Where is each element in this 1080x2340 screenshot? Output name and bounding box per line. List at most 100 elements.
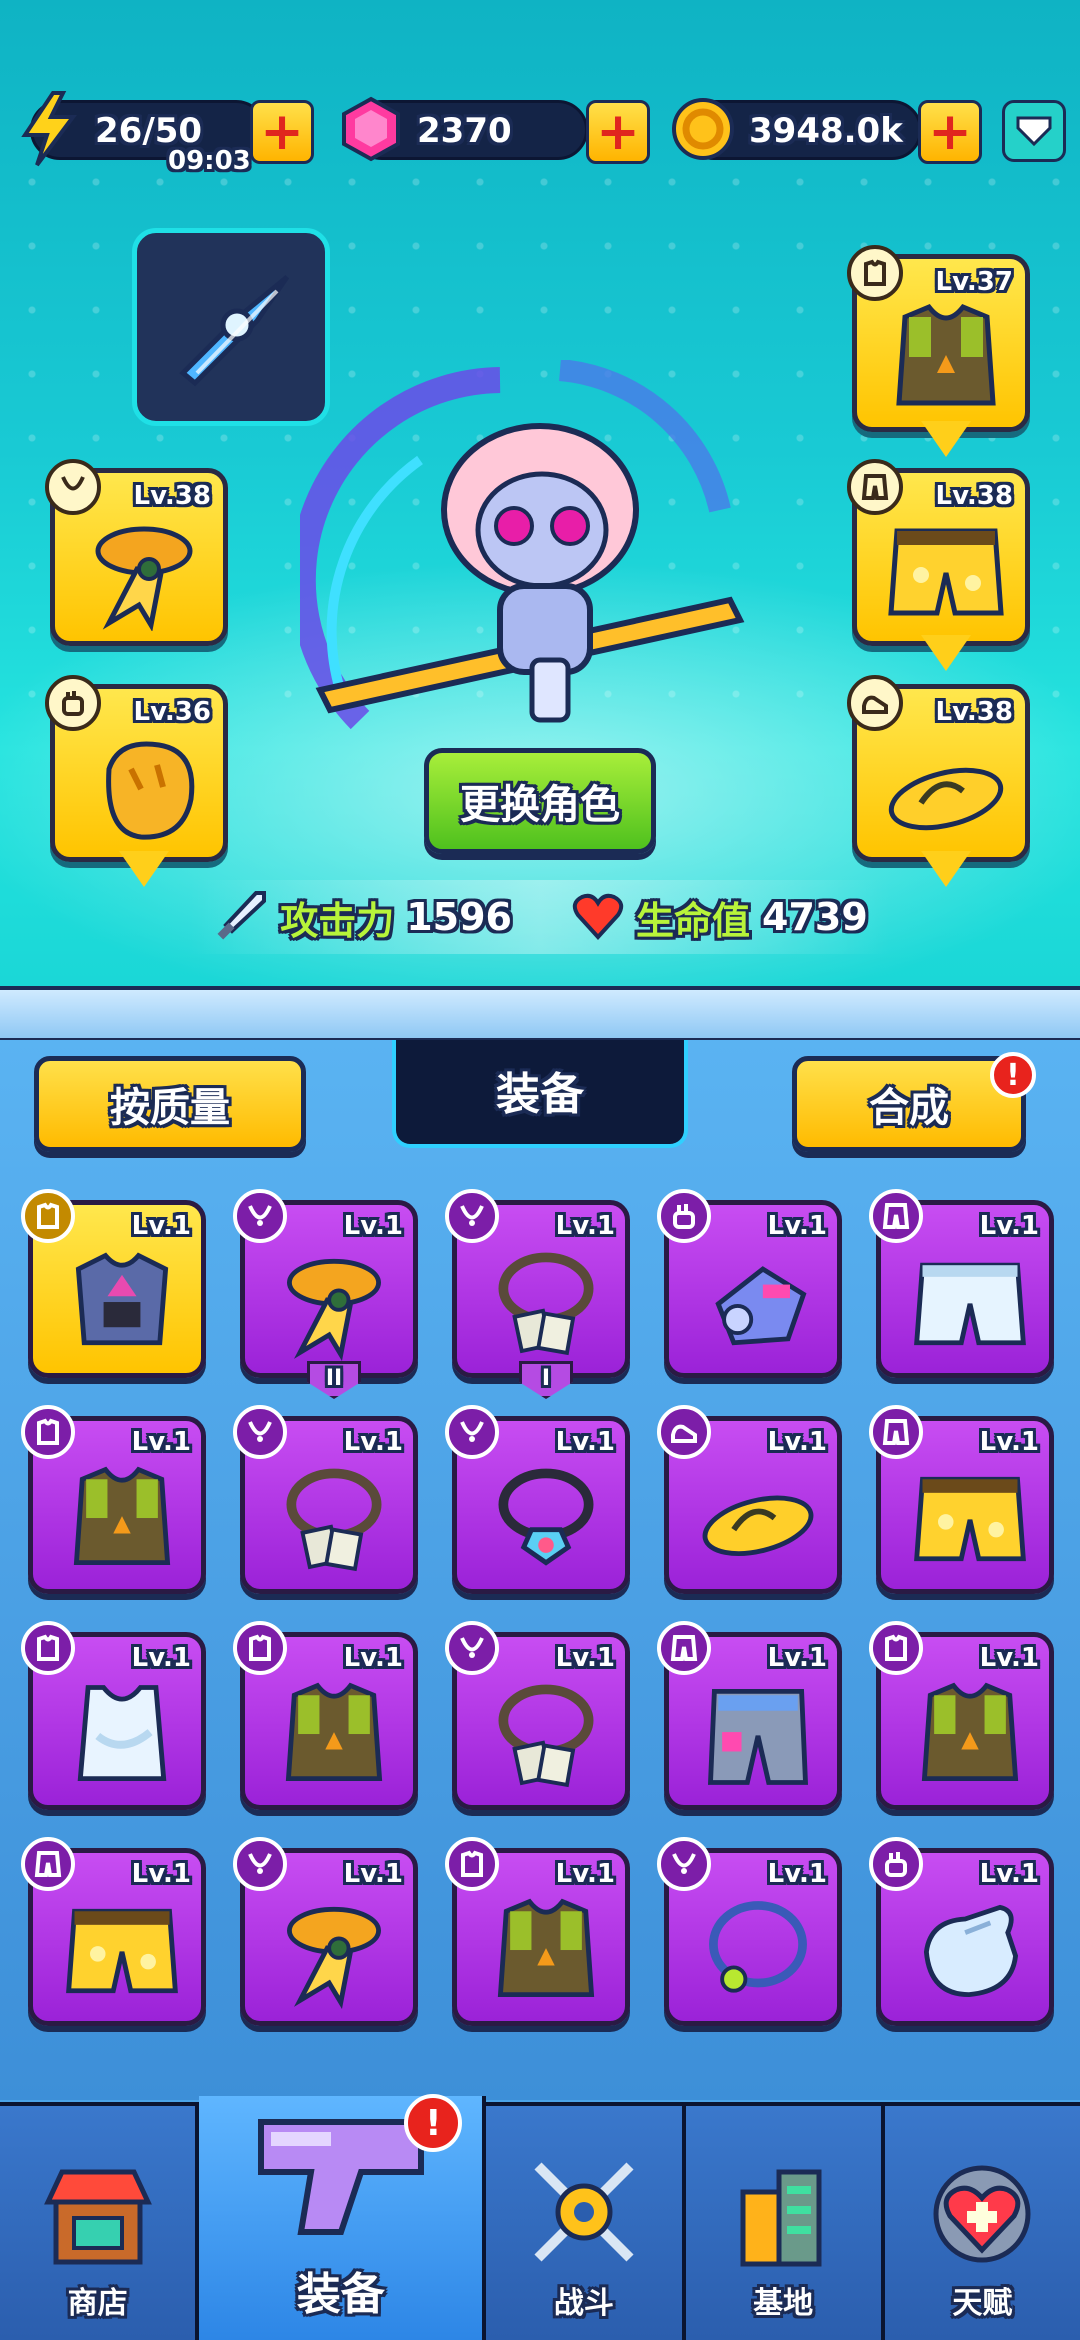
slot-level: Lv.37 [935,267,1013,297]
inventory-item[interactable]: Lv.1 [869,1621,1054,1810]
spear-blade-icon [179,275,290,387]
inventory-item[interactable]: Lv.1 [445,1837,630,2026]
inventory-item[interactable]: Lv.1 [21,1621,206,1810]
armor-type-icon [21,1621,75,1675]
inventory-panel: 按质量 装备 合成 ! Lv.1 Lv.1 II Lv.1 I Lv.1 Lv.1 Lv.1 L… [0,1040,1080,2100]
item-level: Lv.1 [555,1427,615,1457]
battle-icon [534,2162,634,2262]
nav-battle-label: 战斗 [553,2286,614,2321]
necklace-type-icon [45,459,101,515]
inventory-item[interactable]: Lv.1 [21,1189,206,1378]
item-level: Lv.1 [979,1859,1039,1889]
inventory-item[interactable]: Lv.1 [445,1405,630,1594]
inventory-item[interactable]: Lv.1 [21,1405,206,1594]
nav-battle[interactable]: 战斗 [486,2106,686,2340]
inventory-item[interactable]: Lv.1 [657,1621,842,1810]
base-icon [740,2169,822,2267]
camo-vest-icon [285,1682,383,1782]
camo-vest-icon [921,1682,1019,1782]
pants-type-icon [657,1621,711,1675]
attack-stat: 攻击力 1596 [212,889,512,945]
equipped-necklace-slot[interactable]: Lv.38 [45,459,228,646]
sandal-icon [888,767,1004,831]
sort-by-quality-button[interactable]: 按质量 [34,1056,306,1152]
inventory-item[interactable]: Lv.1 [657,1837,842,2026]
slot-level: Lv.38 [133,481,211,511]
steel-armor-icon [75,1252,169,1346]
inventory-item[interactable]: Lv.1 [657,1405,842,1594]
gems-add-button[interactable]: + [586,100,650,164]
inventory-item[interactable]: Lv.1 [869,1837,1054,2026]
armor-type-icon [21,1189,75,1243]
tank-top-icon [77,1685,167,1782]
white-shorts-icon [914,1262,1026,1346]
mech-glove-icon [715,1266,807,1346]
item-level: Lv.1 [343,1859,403,1889]
slot-level: Lv.36 [133,697,211,727]
nav-equipment-label: 装备 [296,2269,385,2320]
diamond-icon [1016,116,1052,147]
dog-tag-icon [498,1684,594,1788]
inventory-item[interactable]: Lv.1 [445,1621,630,1810]
item-level: Lv.1 [767,1859,827,1889]
character-scene: 26/50 09:03 + 2370 + 3948.0k + Lv.38 Lv.… [0,0,1080,1000]
gems-value: 2370 [417,111,512,151]
inventory-item[interactable]: Lv.1 [21,1837,206,2026]
item-level: Lv.1 [343,1211,403,1241]
inventory-item[interactable]: Lv.1 I [445,1189,630,1399]
inventory-item[interactable]: Lv.1 [869,1189,1054,1378]
coins-counter: 3948.0k [672,98,922,160]
equipped-pants-slot[interactable]: Lv.38 [847,459,1030,671]
inventory-item[interactable]: Lv.1 II [233,1189,418,1399]
yellow-shorts-icon [66,1908,178,1994]
coins-add-button[interactable]: + [918,100,982,164]
item-level: Lv.1 [131,1643,191,1673]
camo-vest-icon [73,1466,171,1566]
heart-icon [572,893,624,940]
glove-icon [106,741,195,840]
mech-pants-icon [707,1688,809,1785]
item-level: Lv.1 [767,1211,827,1241]
yellow-shorts-icon [914,1476,1026,1562]
gloves-type-icon [45,675,101,731]
nav-base[interactable]: 基地 [685,2106,885,2340]
item-level: Lv.1 [767,1643,827,1673]
slot-level: Lv.38 [935,481,1013,511]
item-level: Lv.1 [131,1427,191,1457]
equipped-gloves-slot[interactable]: Lv.36 [45,675,228,887]
inventory-item[interactable]: Lv.1 [233,1837,418,2026]
inventory-item[interactable]: Lv.1 [233,1405,418,1594]
nav-talent[interactable]: 天赋 [884,2106,1080,2340]
inventory-item[interactable]: Lv.1 [869,1405,1054,1594]
change-character-button[interactable]: 更换角色 [424,748,656,854]
equipped-shoes-slot[interactable]: Lv.38 [847,675,1030,887]
item-level: Lv.1 [979,1211,1039,1241]
item-level: Lv.1 [979,1643,1039,1673]
dog-tag-icon [286,1468,382,1572]
equipment-alert-badge: ! [404,2094,463,2152]
pants-type-icon [869,1405,923,1459]
lightning-icon [11,91,87,167]
item-level: Lv.1 [767,1427,827,1457]
upgrade-arrow-icon [921,421,971,457]
nav-shop[interactable]: 商店 [0,2106,200,2340]
inventory-item[interactable]: Lv.1 [233,1621,418,1810]
talent-icon [933,2165,1031,2263]
inventory-item[interactable]: Lv.1 [657,1189,842,1378]
tab-equipment-label: 装备 [496,1069,584,1120]
equipped-armor-slot[interactable]: Lv.37 [847,245,1030,457]
item-level: Lv.1 [343,1643,403,1673]
camo-vest-icon [896,303,996,406]
energy-add-button[interactable]: + [250,100,314,164]
sandal-icon [702,1495,814,1556]
nav-equipment[interactable]: 装备 ! [199,2094,487,2340]
item-tier-tag: I [519,1361,573,1399]
item-level: Lv.1 [131,1859,191,1889]
armor-type-icon [847,245,903,301]
necklace-type-icon [445,1405,499,1459]
item-level: Lv.1 [131,1211,191,1241]
gem-icon [333,91,409,167]
shield-gem-button[interactable] [1002,100,1066,162]
ring-necklace-icon [709,1901,807,1993]
tab-equipment[interactable]: 装备 [392,1040,688,1148]
